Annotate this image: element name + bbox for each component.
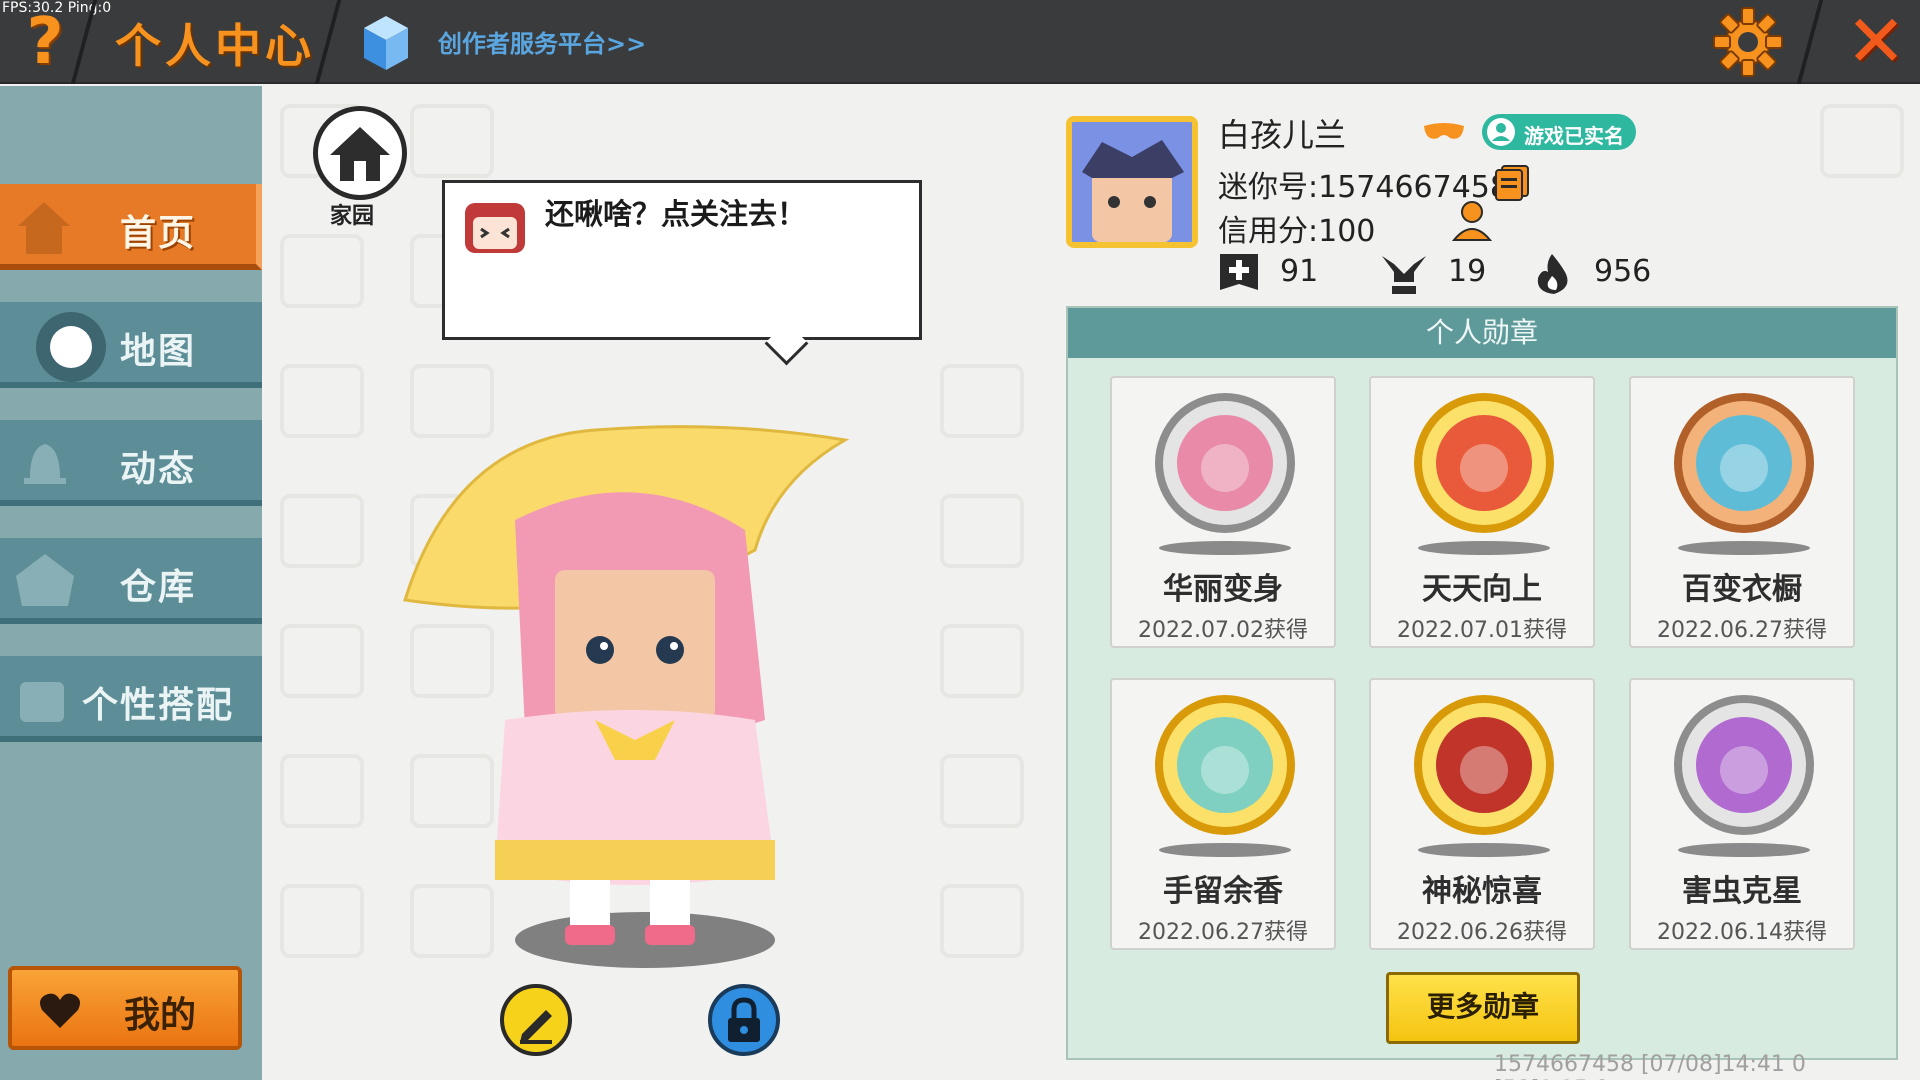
medal-date: 2022.06.14获得 [1657,920,1827,945]
toggle-icon [36,312,106,382]
gear-icon[interactable] [1712,6,1784,78]
medal-name: 华丽变身 [1163,572,1283,607]
username: 白孩儿兰 [1218,116,1347,154]
speech-text: 还啾啥？点关注去！ [545,197,807,231]
bell-icon [24,444,66,484]
sidebar-item-label: 个性搭配 [82,685,235,726]
sidebar-item-label: 动态 [120,449,197,490]
close-button[interactable]: ✕ [1840,4,1912,78]
home-button[interactable] [313,106,407,200]
stat-value: 19 [1448,254,1487,289]
pencil-icon [520,1010,552,1044]
house-icon [18,202,70,254]
trophy-icon [1382,256,1426,294]
medal-card[interactable]: 害虫克星 2022.06.14获得 [1629,678,1855,950]
medal-date: 2022.06.26获得 [1397,920,1567,945]
sidebar-item-feed[interactable]: 动态 [0,420,262,506]
medal-icon [1414,695,1554,857]
medal-card[interactable]: 神秘惊喜 2022.06.26获得 [1369,678,1595,950]
stat-value: 956 [1594,254,1652,289]
medal-icon [1674,695,1814,857]
divider [314,0,342,84]
friend-icon[interactable] [1450,200,1494,242]
avatar-portrait [1072,122,1192,242]
profile-avatar[interactable] [1066,116,1198,248]
speech-bubble: 还啾啥？点关注去！ [442,180,922,340]
medal-name: 害虫克星 [1682,874,1802,909]
page-title: 个人中心 [115,19,315,73]
lock-icon [728,997,760,1042]
girl-avatar-icon [465,203,525,253]
medal-icon [1414,393,1554,555]
sidebar-item-home[interactable]: 首页 [0,184,262,270]
sidebar-item-map[interactable]: 地图 [0,302,262,388]
medal-name: 手留余香 [1163,874,1283,909]
more-medals-button[interactable]: 更多勋章 [1386,972,1580,1044]
help-button[interactable]: ? [10,6,80,78]
medal-name: 神秘惊喜 [1422,874,1542,909]
outfit-icon [20,682,64,722]
stat-value: 91 [1280,254,1319,289]
mine-button[interactable]: 我的 [8,966,242,1050]
medal-card[interactable]: 百变衣橱 2022.06.27获得 [1629,376,1855,648]
mine-label: 我的 [124,995,197,1036]
medal-name: 百变衣橱 [1682,572,1802,607]
medal-date: 2022.07.02获得 [1138,618,1308,643]
medal-icon [1155,695,1295,857]
medal-date: 2022.06.27获得 [1657,618,1827,643]
home-icon [330,127,390,181]
medal-date: 2022.06.27获得 [1138,920,1308,945]
credit-score: 信用分:100 [1218,214,1376,249]
mask-icon [1424,123,1464,139]
home-label: 家园 [330,204,375,229]
medal-icon [1155,393,1295,555]
divider [1796,0,1824,84]
medal-header: 个人勋章 [1068,308,1896,358]
sidebar-item-label: 地图 [120,331,197,372]
verified-label: 游戏已实名 [1524,124,1624,148]
footer-info: 1574667458 [07/08]14:41 0 [58]1.15.0 [1494,1052,1806,1080]
medal-date: 2022.07.01获得 [1397,618,1567,643]
warehouse-icon [16,554,74,606]
heart-icon [40,993,80,1028]
top-bar: FPS:30.2 Ping:0 ? 个人中心 创作者服务平台>> ✕ [0,0,1920,84]
flame-icon [1537,254,1568,294]
copy-icon[interactable] [1494,164,1530,202]
medal-name: 天天向上 [1422,572,1542,607]
user-check-icon [1487,118,1515,146]
medal-card[interactable]: 华丽变身 2022.07.02获得 [1110,376,1336,648]
edit-button[interactable] [500,984,572,1056]
medal-icon [1674,393,1814,555]
sidebar-item-label: 仓库 [120,567,197,608]
verified-badge: 游戏已实名 [1482,114,1636,150]
player-character[interactable] [395,420,855,980]
cube-icon [364,16,408,70]
plus-box-icon [1220,254,1258,290]
lock-button[interactable] [708,984,780,1056]
sidebar-item-outfit[interactable]: 个性搭配 [0,656,262,742]
medal-card[interactable]: 天天向上 2022.07.01获得 [1369,376,1595,648]
creator-platform-link[interactable]: 创作者服务平台>> [438,24,646,59]
sidebar-item-label: 首页 [120,213,197,254]
medal-card[interactable]: 手留余香 2022.06.27获得 [1110,678,1336,950]
sidebar-item-warehouse[interactable]: 仓库 [0,538,262,624]
